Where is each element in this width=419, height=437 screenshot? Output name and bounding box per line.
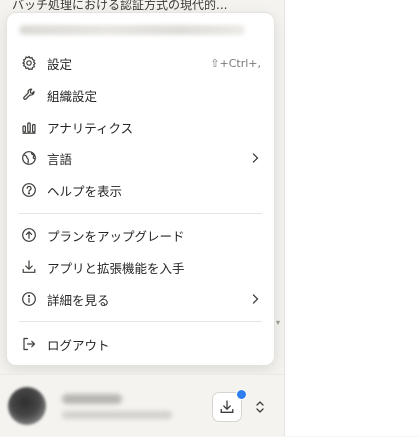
logout-icon xyxy=(20,336,37,353)
menu-item-language[interactable]: 言語 xyxy=(7,144,274,172)
scroll-indicator: ▾ xyxy=(276,318,281,327)
menu-item-settings[interactable]: 設定 ⇧+Ctrl+, xyxy=(7,49,274,77)
menu-item-label: ヘルプを表示 xyxy=(47,183,123,199)
bar-chart-icon xyxy=(20,119,37,136)
account-footer[interactable] xyxy=(0,374,284,437)
chevron-right-icon xyxy=(252,294,259,304)
menu-item-label: アナリティクス xyxy=(47,120,134,136)
menu-item-logout[interactable]: ログアウト xyxy=(7,330,274,358)
menu-item-label: 言語 xyxy=(47,151,73,167)
menu-item-label: ログアウト xyxy=(47,337,110,353)
chevron-up-down-icon[interactable] xyxy=(253,399,267,415)
notification-dot xyxy=(236,389,247,400)
menu-item-analytics[interactable]: アナリティクス xyxy=(7,113,274,141)
menu-item-help[interactable]: ヘルプを表示 xyxy=(7,176,274,204)
menu-divider xyxy=(19,321,262,322)
menu-item-upgrade[interactable]: プランをアップグレード xyxy=(7,221,274,249)
menu-item-label: プランをアップグレード xyxy=(47,228,185,244)
download-icon xyxy=(20,259,37,276)
menu-divider xyxy=(19,213,262,214)
account-email-redacted xyxy=(19,25,245,35)
globe-icon xyxy=(20,150,37,167)
arrow-up-circle-icon xyxy=(20,227,37,244)
avatar[interactable] xyxy=(8,387,46,425)
wrench-icon xyxy=(20,87,37,104)
menu-item-label: 詳細を見る xyxy=(47,292,110,308)
gear-icon xyxy=(20,55,37,72)
chevron-right-icon xyxy=(252,153,259,163)
keyboard-shortcut: ⇧+Ctrl+, xyxy=(210,56,261,70)
menu-item-details[interactable]: 詳細を見る xyxy=(7,285,274,313)
question-circle-icon xyxy=(20,182,37,199)
menu-item-org-settings[interactable]: 組織設定 xyxy=(7,81,274,109)
user-plan-redacted xyxy=(62,411,172,419)
menu-item-label: 組織設定 xyxy=(47,88,98,104)
menu-item-label: 設定 xyxy=(47,56,73,72)
menu-item-apps[interactable]: アプリと拡張機能を入手 xyxy=(7,253,274,281)
user-name-redacted xyxy=(62,394,122,404)
menu-item-label: アプリと拡張機能を入手 xyxy=(47,260,185,276)
main-panel-background xyxy=(285,0,419,436)
download-icon xyxy=(220,400,234,413)
account-menu: 設定 ⇧+Ctrl+, 組織設定 アナリティクス 言語 ヘルプを表示 プランをア… xyxy=(6,12,275,366)
info-circle-icon xyxy=(20,291,37,308)
